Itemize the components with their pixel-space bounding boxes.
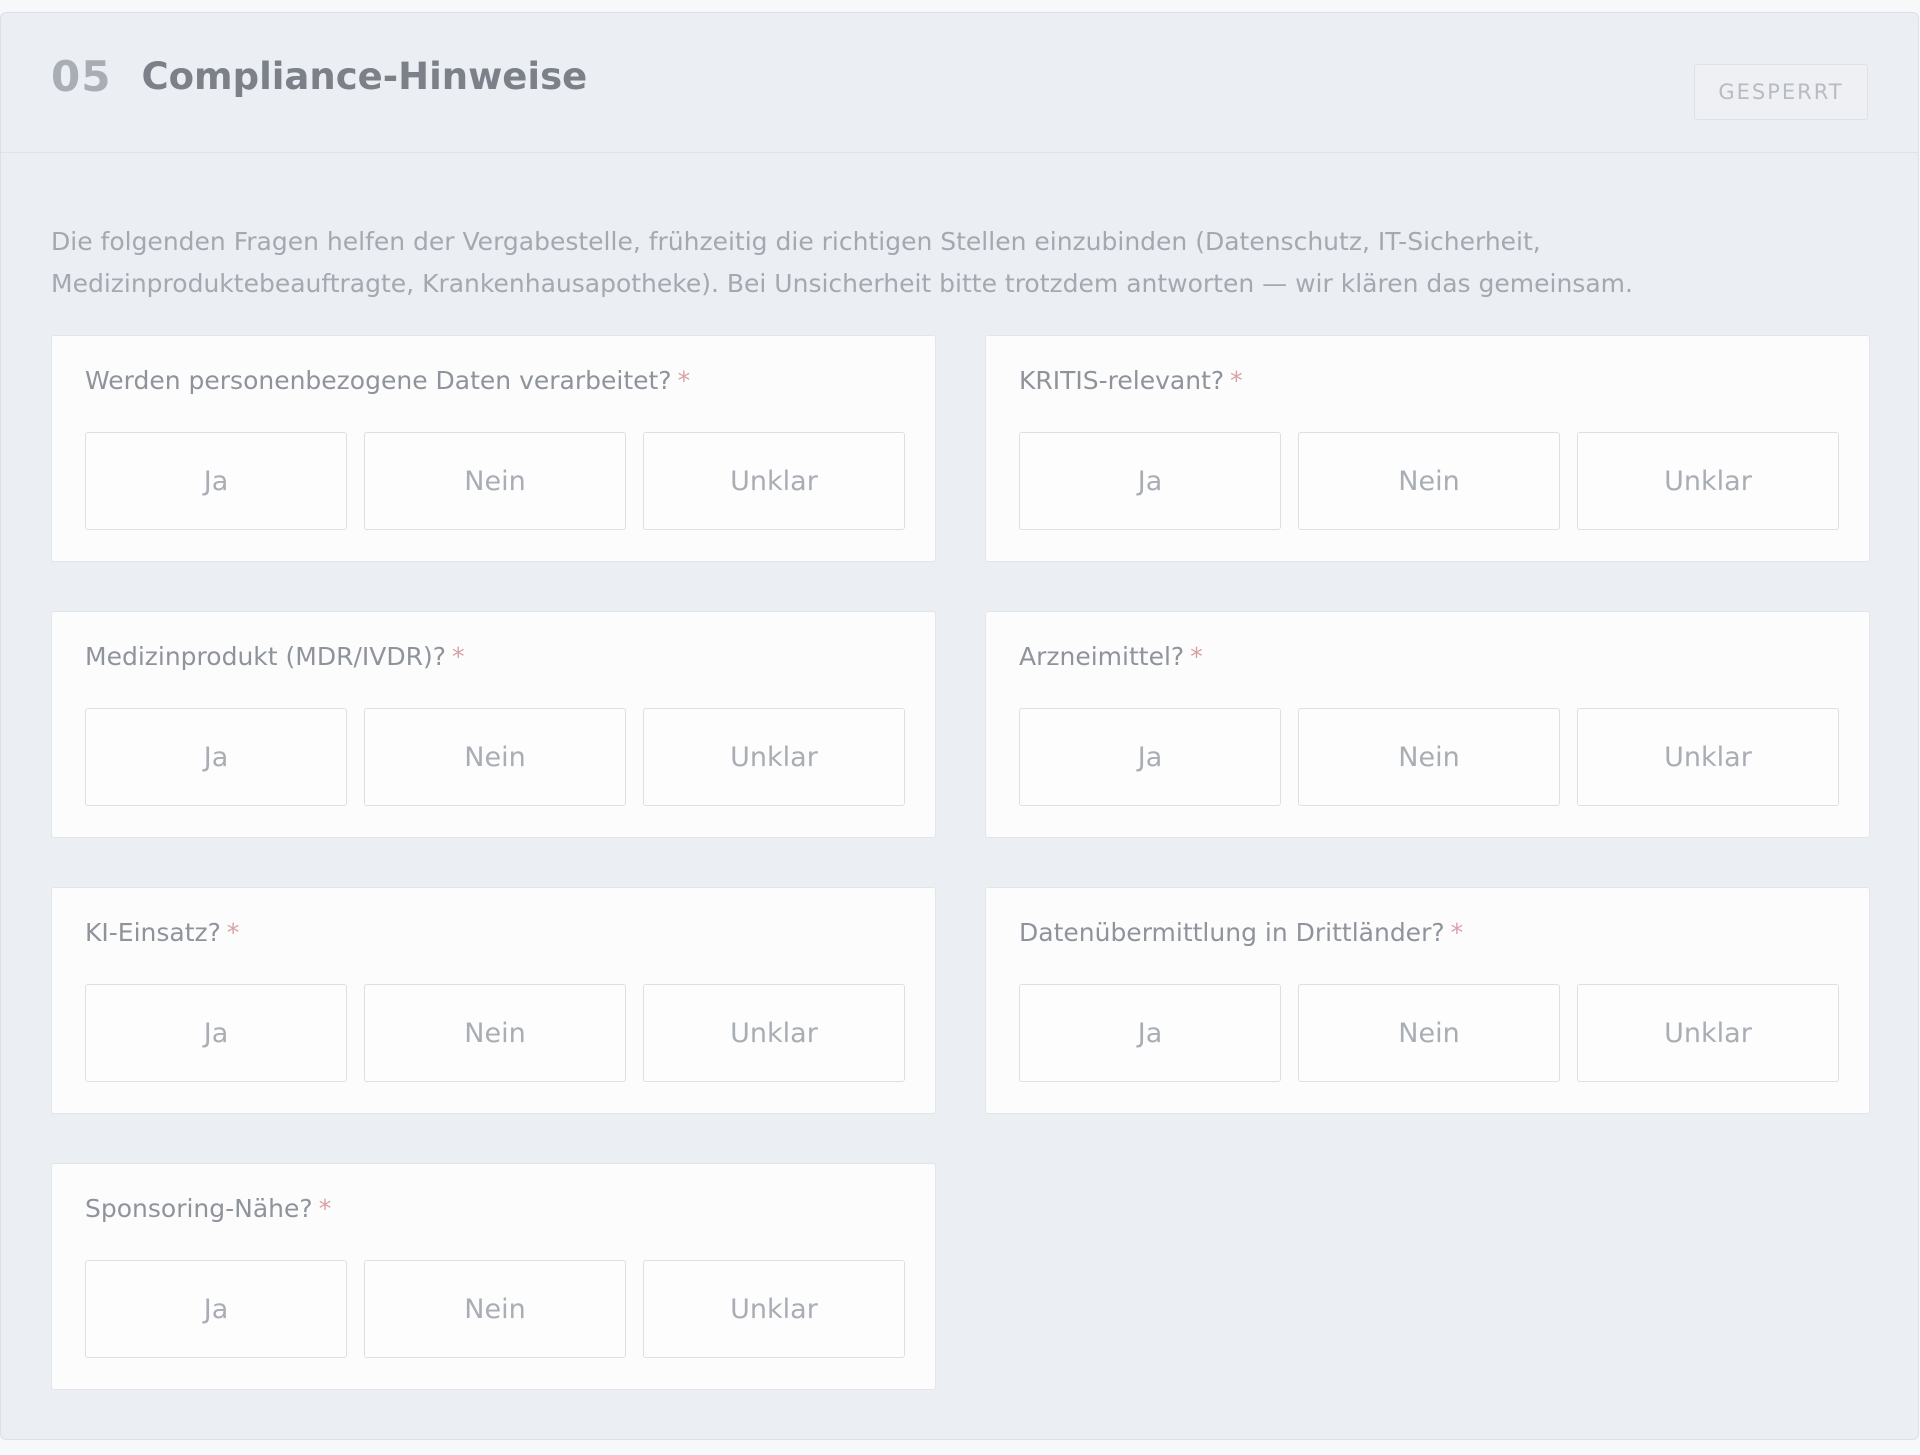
answer-options: Ja Nein Unklar [1019, 984, 1839, 1082]
option-nein-button[interactable]: Nein [1298, 984, 1560, 1082]
answer-options: Ja Nein Unklar [85, 1260, 905, 1358]
section-header: 05 Compliance-Hinweise GESPERRT [1, 13, 1918, 153]
question-card-medical-device: Medizinprodukt (MDR/IVDR)? * Ja Nein Unkl… [51, 611, 936, 838]
option-nein-button[interactable]: Nein [364, 984, 626, 1082]
option-ja-button[interactable]: Ja [85, 984, 347, 1082]
option-nein-button[interactable]: Nein [1298, 432, 1560, 530]
option-nein-button[interactable]: Nein [1298, 708, 1560, 806]
option-nein-button[interactable]: Nein [364, 708, 626, 806]
option-ja-button[interactable]: Ja [1019, 432, 1281, 530]
option-nein-button[interactable]: Nein [364, 1260, 626, 1358]
question-card-personal-data: Werden personenbezogene Daten verarbeite… [51, 335, 936, 562]
option-ja-button[interactable]: Ja [85, 432, 347, 530]
question-label: Medizinprodukt (MDR/IVDR)? * [85, 642, 465, 671]
answer-options: Ja Nein Unklar [1019, 708, 1839, 806]
question-label: Arzneimittel? * [1019, 642, 1203, 671]
required-marker: * [677, 366, 691, 395]
option-unklar-button[interactable]: Unklar [1577, 984, 1839, 1082]
question-label: Datenübermittlung in Drittländer? * [1019, 918, 1464, 947]
answer-options: Ja Nein Unklar [85, 432, 905, 530]
question-card-sponsoring: Sponsoring-Nähe? * Ja Nein Unklar [51, 1163, 936, 1390]
required-marker: * [1450, 918, 1464, 947]
question-label: Werden personenbezogene Daten verarbeite… [85, 366, 691, 395]
option-ja-button[interactable]: Ja [1019, 984, 1281, 1082]
required-marker: * [1190, 642, 1203, 671]
answer-options: Ja Nein Unklar [85, 984, 905, 1082]
required-marker: * [452, 642, 465, 671]
option-ja-button[interactable]: Ja [1019, 708, 1281, 806]
option-ja-button[interactable]: Ja [85, 708, 347, 806]
option-unklar-button[interactable]: Unklar [1577, 432, 1839, 530]
section-intro-text: Die folgenden Fragen helfen der Vergabes… [51, 227, 1633, 298]
question-label: Sponsoring-Nähe? * [85, 1194, 332, 1223]
required-marker: * [226, 918, 240, 947]
question-label: KI-Einsatz? * [85, 918, 240, 947]
option-unklar-button[interactable]: Unklar [643, 708, 905, 806]
option-unklar-button[interactable]: Unklar [643, 984, 905, 1082]
option-unklar-button[interactable]: Unklar [643, 432, 905, 530]
required-marker: * [318, 1194, 332, 1223]
question-label: KRITIS-relevant? * [1019, 366, 1243, 395]
answer-options: Ja Nein Unklar [1019, 432, 1839, 530]
section-number: 05 [51, 52, 112, 101]
question-card-kritis: KRITIS-relevant? * Ja Nein Unklar [985, 335, 1870, 562]
option-nein-button[interactable]: Nein [364, 432, 626, 530]
answer-options: Ja Nein Unklar [85, 708, 905, 806]
question-card-ai-use: KI-Einsatz? * Ja Nein Unklar [51, 887, 936, 1114]
question-card-third-country-transfer: Datenübermittlung in Drittländer? * Ja Ne… [985, 887, 1870, 1114]
option-unklar-button[interactable]: Unklar [1577, 708, 1839, 806]
compliance-section: 05 Compliance-Hinweise GESPERRT Die folg… [0, 12, 1919, 1440]
option-unklar-button[interactable]: Unklar [643, 1260, 905, 1358]
option-ja-button[interactable]: Ja [85, 1260, 347, 1358]
required-marker: * [1230, 366, 1243, 395]
section-title: Compliance-Hinweise [141, 55, 588, 98]
question-card-drug: Arzneimittel? * Ja Nein Unklar [985, 611, 1870, 838]
locked-status-badge: GESPERRT [1694, 64, 1868, 120]
